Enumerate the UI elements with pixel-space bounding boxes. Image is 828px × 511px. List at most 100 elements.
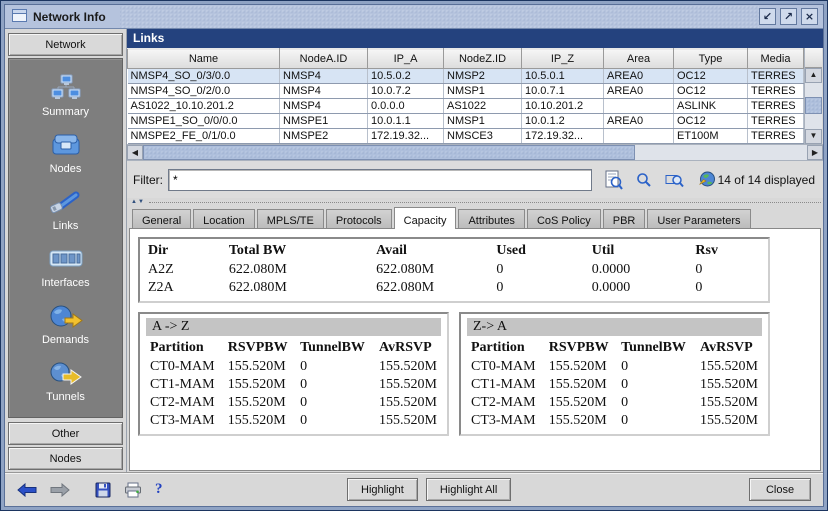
tab-general[interactable]: General: [132, 209, 191, 228]
sidebar-item-label: Interfaces: [41, 277, 89, 289]
sidebar-item-interfaces[interactable]: Interfaces: [9, 238, 122, 295]
links-table-row[interactable]: AS1022_10.10.201.2NMSP40.0.0.0AS102210.1…: [128, 99, 804, 114]
cell: TERRES: [748, 84, 804, 99]
capacity-column-avrsvp: AvRSVP: [696, 338, 762, 358]
cell: 0.0.0.0: [368, 99, 444, 114]
cell: NMSPE2: [280, 129, 368, 144]
links-table-row[interactable]: NMSPE1_SO_0/0/0.0NMSPE110.0.1.1NMSP110.0…: [128, 114, 804, 129]
sidebar-item-links[interactable]: Links: [9, 181, 122, 238]
cell: 10.5.0.1: [522, 69, 604, 84]
titlebar-left: Network Info: [5, 5, 120, 28]
cell: ASLINK: [674, 99, 748, 114]
links-table-row[interactable]: NMSP4_SO_0/2/0.0NMSP410.0.7.2NMSP110.0.7…: [128, 84, 804, 99]
tab-user-parameters[interactable]: User Parameters: [647, 209, 750, 228]
vertical-scroll-thumb[interactable]: [805, 97, 822, 114]
vertical-scrollbar[interactable]: ▲ ▼: [804, 48, 822, 144]
capacity-column-rsvpbw: RSVPBW: [545, 338, 617, 358]
other-category-button[interactable]: Other: [8, 422, 123, 445]
titlebar[interactable]: Network Info ↙ ↗ ×: [5, 5, 823, 29]
scroll-up-button[interactable]: ▲: [805, 68, 822, 83]
cell: AREA0: [604, 69, 674, 84]
splitter-down-icon[interactable]: ▼: [138, 199, 144, 205]
scroll-down-button[interactable]: ▼: [805, 129, 822, 144]
sidebar-item-summary[interactable]: Summary: [9, 67, 122, 124]
sidebar-item-tunnels[interactable]: Tunnels: [9, 352, 122, 409]
column-header-nodea-id[interactable]: NodeA.ID: [280, 49, 368, 69]
cell: NMSP2: [444, 69, 522, 84]
vertical-scroll-track[interactable]: [805, 83, 822, 129]
footer-nav-icons: ?: [17, 481, 235, 498]
cell: 0: [691, 261, 764, 279]
scroll-left-button[interactable]: ◀: [127, 145, 143, 160]
split-pane-divider[interactable]: ▲ ▼: [127, 198, 823, 206]
links-table-row[interactable]: NMSPE2_FE_0/1/0.0NMSPE2172.19.32...NMSCE…: [128, 129, 804, 144]
tab-pbr[interactable]: PBR: [603, 209, 646, 228]
close-window-button[interactable]: ×: [801, 8, 818, 25]
globe-locate-icon[interactable]: [698, 171, 716, 188]
horizontal-scroll-thumb[interactable]: [143, 145, 635, 160]
minimize-button[interactable]: ↙: [759, 8, 776, 25]
column-header-name[interactable]: Name: [128, 49, 280, 69]
splitter-up-icon[interactable]: ▲: [131, 199, 137, 205]
horizontal-scroll-track[interactable]: [635, 145, 807, 160]
zoom-area-icon[interactable]: [665, 172, 685, 188]
column-header-nodez-id[interactable]: NodeZ.ID: [444, 49, 522, 69]
sidebar-item-demands[interactable]: Demands: [9, 295, 122, 352]
column-header-area[interactable]: Area: [604, 49, 674, 69]
tab-cos-policy[interactable]: CoS Policy: [527, 209, 601, 228]
a-to-z-title: A -> Z: [146, 318, 441, 336]
column-header-type[interactable]: Type: [674, 49, 748, 69]
save-icon[interactable]: [95, 482, 111, 498]
nodes-category-button[interactable]: Nodes: [8, 447, 123, 470]
close-button[interactable]: Close: [749, 478, 811, 501]
cell: OC12: [674, 69, 748, 84]
capacity-column-dir: Dir: [144, 241, 225, 261]
window-inner: Network Info ↙ ↗ × Network SummaryNodesL…: [4, 4, 824, 507]
column-header-ip-z[interactable]: IP_Z: [522, 49, 604, 69]
tab-protocols[interactable]: Protocols: [326, 209, 392, 228]
tab-location[interactable]: Location: [193, 209, 255, 228]
capacity-column-avrsvp: AvRSVP: [375, 338, 441, 358]
highlight-button[interactable]: Highlight: [347, 478, 418, 501]
forward-icon[interactable]: [50, 483, 70, 497]
sidebar-item-nodes[interactable]: Nodes: [9, 124, 122, 181]
cell: NMSP4: [280, 69, 368, 84]
capacity-row: CT0-MAM155.520M0155.520M: [467, 358, 762, 376]
capacity-row: CT2-MAM155.520M0155.520M: [146, 394, 441, 412]
capacity-row: Z2A622.080M622.080M00.00000: [144, 279, 764, 297]
help-icon[interactable]: ?: [155, 481, 163, 498]
network-info-window: Network Info ↙ ↗ × Network SummaryNodesL…: [0, 0, 828, 511]
print-icon[interactable]: [124, 482, 142, 498]
scroll-right-button[interactable]: ▶: [807, 145, 823, 160]
cell: AREA0: [604, 114, 674, 129]
column-header-media[interactable]: Media: [748, 49, 804, 69]
tab-mpls-te[interactable]: MPLS/TE: [257, 209, 324, 228]
report-search-icon[interactable]: [605, 170, 623, 190]
capacity-row: CT3-MAM155.520M0155.520M: [146, 412, 441, 430]
column-header-ip-a[interactable]: IP_A: [368, 49, 444, 69]
cell: NMSP4: [280, 84, 368, 99]
zoom-in-icon[interactable]: [636, 172, 652, 188]
horizontal-scrollbar[interactable]: ◀ ▶: [127, 144, 823, 161]
tab-attributes[interactable]: Attributes: [458, 209, 524, 228]
window-title: Network Info: [33, 10, 106, 24]
back-icon[interactable]: [17, 483, 37, 497]
capacity-row: A2Z622.080M622.080M00.00000: [144, 261, 764, 279]
window-controls: ↙ ↗ ×: [759, 5, 823, 28]
capacity-column-used: Used: [492, 241, 587, 261]
links-table-zone: NameNodeA.IDIP_ANodeZ.IDIP_ZAreaTypeMedi…: [127, 48, 823, 144]
footer-bar: ? Highlight Highlight All Close: [5, 472, 823, 506]
cell: 0: [296, 358, 375, 376]
filter-input[interactable]: [168, 169, 592, 191]
tab-capacity[interactable]: Capacity: [394, 207, 457, 229]
links-panel-title: Links: [127, 29, 823, 48]
links-table-row[interactable]: NMSP4_SO_0/3/0.0NMSP410.5.0.2NMSP210.5.0…: [128, 69, 804, 84]
highlight-all-button[interactable]: Highlight All: [426, 478, 511, 501]
cell: 155.520M: [696, 376, 762, 394]
capacity-column-tunnelbw: TunnelBW: [296, 338, 375, 358]
cell: 622.080M: [225, 261, 372, 279]
direction-tables-row: A -> Z PartitionRSVPBWTunnelBWAvRSVPCT0-…: [138, 312, 814, 436]
cell: NMSPE1_SO_0/0/0.0: [128, 114, 280, 129]
maximize-button[interactable]: ↗: [780, 8, 797, 25]
network-category-button[interactable]: Network: [8, 33, 123, 56]
